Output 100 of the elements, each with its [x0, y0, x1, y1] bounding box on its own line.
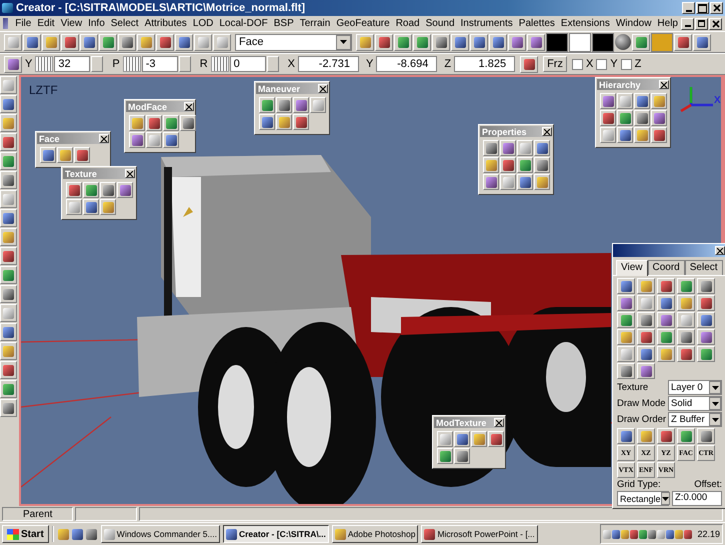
- restore-button[interactable]: [695, 18, 708, 30]
- palette-button[interactable]: [57, 147, 73, 163]
- lock-checkbox[interactable]: [596, 58, 608, 70]
- close-button[interactable]: [125, 169, 135, 178]
- panel-tab[interactable]: View: [616, 260, 648, 276]
- palette-button[interactable]: [500, 140, 516, 156]
- palette-button[interactable]: [617, 127, 633, 143]
- menu-item[interactable]: Palettes: [516, 18, 558, 29]
- palette-button[interactable]: [146, 132, 162, 148]
- palette-button[interactable]: [100, 199, 116, 215]
- toolbar-button[interactable]: [0, 323, 17, 341]
- freeze-button[interactable]: Frz: [543, 56, 567, 72]
- palette-button[interactable]: [500, 174, 516, 190]
- palette-button[interactable]: [454, 431, 470, 447]
- view-tool-button[interactable]: [697, 312, 715, 328]
- menu-item[interactable]: View: [58, 18, 86, 29]
- toolbar-button[interactable]: [432, 34, 450, 50]
- view-tool-button[interactable]: [677, 329, 695, 345]
- dial-icon[interactable]: [210, 56, 229, 72]
- close-button[interactable]: [715, 246, 725, 255]
- menu-item[interactable]: Extensions: [558, 18, 613, 29]
- view-tool-button[interactable]: [677, 278, 695, 294]
- view-tool-button[interactable]: [677, 295, 695, 311]
- spin-button[interactable]: [266, 56, 279, 72]
- toolbar-button[interactable]: [23, 34, 41, 50]
- menu-item[interactable]: Help: [654, 18, 681, 29]
- palette-button[interactable]: [129, 115, 145, 131]
- offset-field[interactable]: Z:0.000: [672, 491, 722, 506]
- toolbar-button[interactable]: [489, 34, 507, 50]
- palette-button[interactable]: [163, 132, 179, 148]
- view-tool-button[interactable]: [637, 363, 655, 379]
- menu-item[interactable]: File: [12, 18, 34, 29]
- dial-icon[interactable]: [122, 56, 141, 72]
- dropdown[interactable]: Solid: [668, 396, 722, 411]
- close-button[interactable]: [184, 102, 194, 111]
- palette-button[interactable]: [83, 199, 99, 215]
- view-tool-button[interactable]: [697, 346, 715, 362]
- palette-button[interactable]: [276, 97, 292, 113]
- toolbar-button[interactable]: [61, 34, 79, 50]
- start-button[interactable]: Start: [2, 525, 49, 543]
- toolbar-button[interactable]: [0, 285, 17, 303]
- toolbar-button[interactable]: [632, 34, 650, 50]
- menu-item[interactable]: BSP: [270, 18, 297, 29]
- menu-item[interactable]: Road: [392, 18, 423, 29]
- palette-button[interactable]: [634, 93, 650, 109]
- palette-button[interactable]: [534, 157, 550, 173]
- view-tool-button[interactable]: [637, 346, 655, 362]
- coordinate-field[interactable]: 1.825: [454, 56, 516, 72]
- color-swatch[interactable]: [592, 32, 614, 52]
- palette-button[interactable]: [83, 182, 99, 198]
- palette-button[interactable]: [259, 97, 275, 113]
- view-tool-button[interactable]: [617, 363, 635, 379]
- palette-button[interactable]: [66, 199, 82, 215]
- palette-button[interactable]: [276, 114, 292, 130]
- close-button[interactable]: [709, 18, 722, 30]
- palette-button[interactable]: [600, 110, 616, 126]
- menu-item[interactable]: LOD: [190, 18, 216, 29]
- toolbar-button[interactable]: [0, 380, 17, 398]
- view-tool-button[interactable]: [617, 295, 635, 311]
- close-button[interactable]: [99, 134, 109, 143]
- palette-button[interactable]: [534, 174, 550, 190]
- view-tool-button[interactable]: [617, 278, 635, 294]
- palette-button[interactable]: [651, 127, 667, 143]
- palette-button[interactable]: [146, 115, 162, 131]
- view-tool-button[interactable]: [617, 312, 635, 328]
- view-tool-button[interactable]: [657, 329, 675, 345]
- palette-button[interactable]: [651, 110, 667, 126]
- view-tool-button[interactable]: [657, 278, 675, 294]
- toolbar-button[interactable]: [4, 56, 22, 72]
- menu-item[interactable]: Window: [612, 18, 654, 29]
- palette-button[interactable]: [437, 448, 453, 464]
- color-swatch[interactable]: [651, 32, 673, 52]
- close-button[interactable]: [542, 127, 552, 136]
- help-button[interactable]: [674, 34, 692, 50]
- view-tool-button[interactable]: [697, 278, 715, 294]
- view-tool-button[interactable]: [637, 329, 655, 345]
- close-button[interactable]: [318, 84, 328, 93]
- palette-button[interactable]: [600, 127, 616, 143]
- toolbar-button[interactable]: [520, 56, 538, 72]
- document-icon[interactable]: [3, 18, 8, 29]
- toolbar-button[interactable]: [0, 190, 17, 208]
- coordinate-field[interactable]: -8.694: [376, 56, 438, 72]
- palette-button[interactable]: [617, 110, 633, 126]
- grid-tool-button[interactable]: [637, 428, 655, 444]
- palette-button[interactable]: [600, 93, 616, 109]
- view-tool-button[interactable]: [617, 346, 635, 362]
- coordinate-field[interactable]: -2.731: [298, 56, 359, 72]
- angle-field[interactable]: 32: [54, 56, 90, 72]
- toolbar-button[interactable]: [0, 152, 17, 170]
- palette-button[interactable]: [517, 174, 533, 190]
- grid-type-dropdown[interactable]: Rectangle: [617, 491, 669, 506]
- menu-item[interactable]: Attributes: [142, 18, 190, 29]
- view-tool-button[interactable]: [617, 329, 635, 345]
- palette-button[interactable]: [259, 114, 275, 130]
- palette-button[interactable]: [163, 115, 179, 131]
- taskbar-button[interactable]: Microsoft PowerPoint - [...: [421, 525, 538, 543]
- view-tool-button[interactable]: [677, 346, 695, 362]
- toolbar-button[interactable]: [356, 34, 374, 50]
- color-swatch[interactable]: [546, 32, 568, 52]
- view-tool-button[interactable]: [657, 312, 675, 328]
